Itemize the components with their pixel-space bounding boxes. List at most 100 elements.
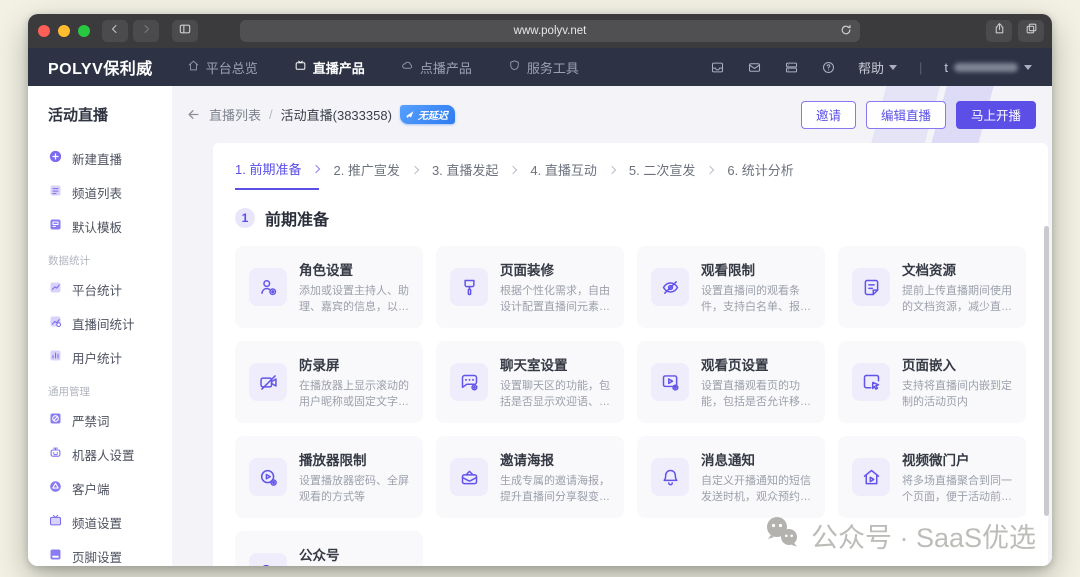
polyv-logo[interactable]: POLYV保利威: [48, 55, 153, 79]
nav-item-vod-products[interactable]: 点播产品: [401, 58, 472, 77]
section-title: 前期准备: [265, 206, 329, 230]
tab-promotion[interactable]: 2. 推广宣发: [333, 160, 417, 189]
video-portal-icon: [852, 458, 890, 496]
user-stats-icon: [48, 348, 63, 366]
sidebar-item-channel-settings[interactable]: 频道设置: [48, 505, 172, 539]
card-page-embed[interactable]: 页面嵌入支持将直播间内嵌到定制的活动页内: [838, 341, 1026, 423]
sidebar-item-room-stats[interactable]: 直播间统计: [48, 306, 172, 340]
sidebar-item-footer-settings[interactable]: 页脚设置: [48, 539, 172, 566]
invite-button[interactable]: 邀请: [801, 101, 856, 129]
tabs-overview-icon: [1025, 22, 1038, 40]
nav-divider: |: [919, 60, 922, 75]
page-header: 直播列表 / 活动直播(3833358) 无延迟 邀请 编辑直播 马上开播: [172, 86, 1052, 143]
tab-preparation[interactable]: 1. 前期准备: [235, 159, 319, 190]
card-page-decorate[interactable]: 页面装修根据个性化需求，自由设计配置直播间元素，支持自...: [436, 246, 624, 328]
nav-item-service-tools[interactable]: 服务工具: [508, 58, 579, 77]
breadcrumb: 直播列表 / 活动直播(3833358) 无延迟: [186, 105, 455, 124]
client-icon: [48, 479, 63, 497]
card-anti-record[interactable]: 防录屏在播放器上显示滚动的用户昵称或固定文字，达到防...: [235, 341, 423, 423]
sidebar-item-platform-stats[interactable]: 平台统计: [48, 272, 172, 306]
wechat-icon: [249, 553, 287, 566]
banned-words-icon: [48, 411, 63, 429]
sidebar-item-channel-list[interactable]: 频道列表: [48, 175, 172, 209]
sidebar-item-banned-words[interactable]: 严禁词: [48, 403, 172, 437]
watch-limit-icon: [651, 268, 689, 306]
back-button[interactable]: [102, 20, 128, 42]
footer-settings-icon: [48, 547, 63, 565]
card-video-portal[interactable]: 视频微门户将多场直播聚合到同一个页面，便于活动前期的宣发...: [838, 436, 1026, 518]
sidebar-item-user-stats[interactable]: 用户统计: [48, 340, 172, 374]
help-menu[interactable]: 帮助: [858, 58, 897, 77]
blurred-username: [954, 63, 1018, 72]
role-settings-icon: [249, 268, 287, 306]
chevron-right-icon: [411, 166, 419, 174]
app-navbar: POLYV保利威 平台总览 直播产品 点播产品 服务工具 帮助 |: [28, 48, 1052, 86]
tab-launch[interactable]: 3. 直播发起: [432, 160, 516, 189]
share-button[interactable]: [986, 20, 1012, 42]
minimize-window-button[interactable]: [58, 25, 70, 37]
card-chatroom-settings[interactable]: 聊天室设置设置聊天区的功能，包括是否显示欢迎语、是否支持...: [436, 341, 624, 423]
platform-stats-icon: [48, 280, 63, 298]
card-document-resource[interactable]: 文档资源提前上传直播期间使用的文档资源，减少直播中的失...: [838, 246, 1026, 328]
channel-settings-icon: [48, 513, 63, 531]
card-watch-limit[interactable]: 观看限制设置直播间的观看条件，支持白名单、报名观看、验...: [637, 246, 825, 328]
zoom-window-button[interactable]: [78, 25, 90, 37]
main-content: 直播列表 / 活动直播(3833358) 无延迟 邀请 编辑直播 马上开播 1.…: [172, 86, 1052, 566]
nav-item-live-products[interactable]: 直播产品: [294, 58, 365, 77]
rocket-icon: [405, 110, 415, 120]
card-player-limit[interactable]: 播放器限制设置播放器密码、全屏观看的方式等: [235, 436, 423, 518]
share-icon: [993, 22, 1006, 40]
close-window-button[interactable]: [38, 25, 50, 37]
sidebar-section-data-stats: 数据统计: [48, 253, 172, 268]
room-stats-icon: [48, 314, 63, 332]
url-text: www.polyv.net: [514, 25, 587, 37]
breadcrumb-live-list[interactable]: 直播列表: [209, 105, 261, 124]
content-panel: 1. 前期准备 2. 推广宣发 3. 直播发起 4. 直播互动 5. 二次宣发 …: [213, 143, 1048, 566]
browser-window: www.polyv.net POLYV保利威 平台总览 直播产品 点播产品: [28, 14, 1052, 566]
breadcrumb-current: 活动直播(3833358): [281, 105, 392, 124]
no-delay-badge: 无延迟: [400, 105, 455, 124]
chevron-down-icon: [1024, 65, 1032, 70]
server-icon[interactable]: [784, 60, 799, 75]
chevron-right-icon: [608, 166, 616, 174]
section-number-badge: 1: [235, 208, 255, 228]
nav-item-platform-overview[interactable]: 平台总览: [187, 58, 258, 77]
card-role-settings[interactable]: 角色设置添加或设置主持人、助理、嘉宾的信息，以及新增助...: [235, 246, 423, 328]
player-limit-icon: [249, 458, 287, 496]
chatroom-icon: [450, 363, 488, 401]
start-live-button[interactable]: 马上开播: [956, 101, 1036, 129]
tab-re-promotion[interactable]: 5. 二次宣发: [629, 160, 713, 189]
help-circle-icon[interactable]: [821, 60, 836, 75]
vertical-scrollbar[interactable]: [1044, 226, 1049, 516]
card-watch-page-settings[interactable]: 观看页设置设置直播观看页的功能，包括是否允许移动端观看等: [637, 341, 825, 423]
sidebar: 活动直播 新建直播 频道列表 默认模板 数据统计 平台统计 直播间统计: [28, 86, 172, 566]
reload-icon[interactable]: [839, 23, 853, 40]
traffic-lights: [38, 25, 90, 37]
address-bar[interactable]: www.polyv.net: [240, 20, 860, 42]
sidebar-item-default-template[interactable]: 默认模板: [48, 209, 172, 243]
tab-interaction[interactable]: 4. 直播互动: [530, 160, 614, 189]
sidebar-item-client[interactable]: 客户端: [48, 471, 172, 505]
card-wechat-official[interactable]: 公众号适用于直播间引流至公众号或客服，沉淀用户至私域...: [235, 531, 423, 566]
mail-icon[interactable]: [747, 60, 762, 75]
sidebar-item-robot-settings[interactable]: 机器人设置: [48, 437, 172, 471]
watch-page-icon: [651, 363, 689, 401]
invite-poster-icon: [450, 458, 488, 496]
back-arrow-icon[interactable]: [186, 107, 201, 122]
sidebar-title: 活动直播: [48, 104, 172, 125]
card-invite-poster[interactable]: 邀请海报生成专属的邀请海报，提升直播间分享裂变的效果: [436, 436, 624, 518]
user-menu[interactable]: t: [944, 60, 1032, 75]
breadcrumb-separator: /: [269, 107, 273, 122]
forward-button[interactable]: [133, 20, 159, 42]
card-message-notify[interactable]: 消息通知自定义开播通知的短信发送时机，观众预约直播后，...: [637, 436, 825, 518]
live-tv-icon: [294, 59, 307, 75]
tab-statistics[interactable]: 6. 统计分析: [727, 160, 793, 189]
anti-record-icon: [249, 363, 287, 401]
sidebar-item-new-live[interactable]: 新建直播: [48, 141, 172, 175]
tab-overview-button[interactable]: [1018, 20, 1044, 42]
edit-live-button[interactable]: 编辑直播: [866, 101, 946, 129]
sidebar-toggle-button[interactable]: [172, 20, 198, 42]
inbox-icon[interactable]: [710, 60, 725, 75]
chevron-left-icon: [109, 22, 121, 40]
chevron-right-icon: [706, 166, 714, 174]
